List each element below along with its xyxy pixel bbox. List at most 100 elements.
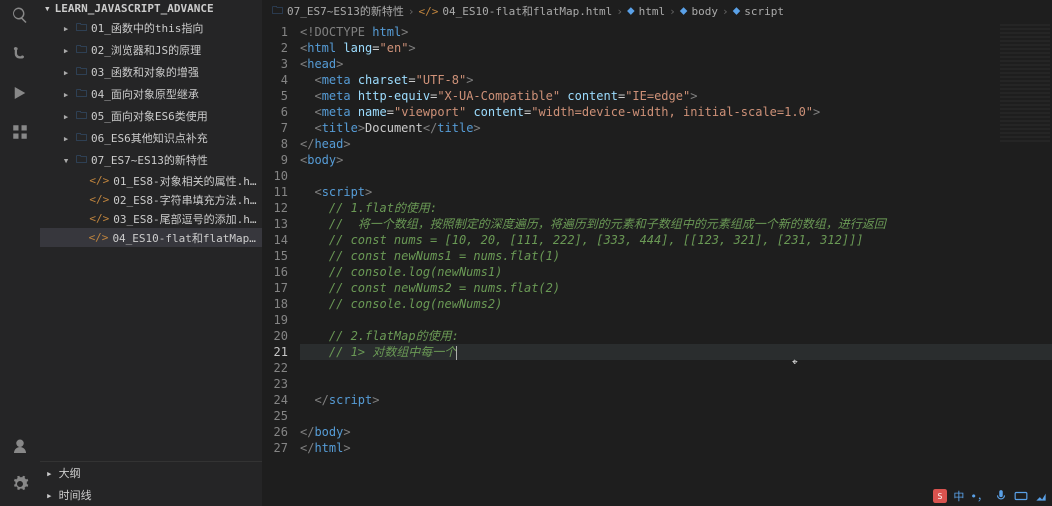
breadcrumb[interactable]: 🗀07_ES7~ES13的新特性›</>04_ES10-flat和flatMap… [262, 0, 1052, 22]
folder-icon: 🗀 [76, 107, 87, 126]
code-line[interactable]: </script> [300, 392, 1052, 408]
file-item[interactable]: </>04_ES10-flat和flatMap.html [40, 228, 262, 247]
breadcrumb-item[interactable]: ⬥script [733, 4, 784, 18]
folder-item[interactable]: ▸🗀04_面向对象原型继承 [40, 83, 262, 105]
ime-tool-icon[interactable] [1034, 489, 1048, 503]
chevron-right-icon: ▸ [46, 467, 53, 480]
chevron-down-icon: ▾ [44, 2, 51, 15]
run-debug-icon[interactable] [11, 84, 29, 105]
chevron-right-icon: ▸ [60, 88, 72, 101]
code-line[interactable]: </head> [300, 136, 1052, 152]
code-line[interactable]: <html lang="en"> [300, 40, 1052, 56]
code-line[interactable]: <meta name="viewport" content="width=dev… [300, 104, 1052, 120]
account-icon[interactable] [11, 438, 29, 459]
code-line[interactable]: // const newNums1 = nums.flat(1) [300, 248, 1052, 264]
breadcrumb-separator-icon: › [408, 5, 415, 18]
breadcrumb-label: 07_ES7~ES13的新特性 [287, 3, 404, 19]
file-item[interactable]: </> 02_ES8-字符串填充方法.html [40, 190, 262, 209]
search-icon[interactable] [11, 6, 29, 27]
breadcrumb-item[interactable]: 🗀07_ES7~ES13的新特性 [272, 2, 404, 21]
code-line[interactable] [300, 168, 1052, 184]
tag-icon: ⬥ [733, 4, 741, 18]
line-number: 21 [262, 344, 288, 360]
code-line[interactable]: // 1> 对数组中每一个 [300, 344, 1052, 360]
chevron-down-icon: ▾ [60, 154, 72, 167]
breadcrumb-item[interactable]: ⬥body [680, 4, 718, 18]
code-line[interactable]: // 2.flatMap的使用: [300, 328, 1052, 344]
file-item[interactable]: </>03_ES8-尾部逗号的添加.html [40, 209, 262, 228]
item-label: 02_ES8-字符串填充方法.html [113, 192, 262, 208]
html-file-icon: </> [89, 174, 109, 187]
breadcrumb-separator-icon: › [722, 5, 729, 18]
code-line[interactable]: <!DOCTYPE html> [300, 24, 1052, 40]
minimap[interactable] [1000, 24, 1050, 144]
line-number: 7 [262, 120, 288, 136]
item-label: 07_ES7~ES13的新特性 [91, 152, 208, 168]
item-label: 02_浏览器和JS的原理 [91, 42, 201, 58]
code-line[interactable]: // console.log(newNums2) [300, 296, 1052, 312]
code-line[interactable]: // console.log(newNums1) [300, 264, 1052, 280]
folder-icon: 🗀 [76, 63, 87, 82]
code-content[interactable]: <!DOCTYPE html><html lang="en"><head> <m… [300, 22, 1052, 506]
code-line[interactable]: <meta http-equiv="X-UA-Compatible" conte… [300, 88, 1052, 104]
line-number: 4 [262, 72, 288, 88]
chevron-right-icon: ▸ [60, 66, 72, 79]
line-gutter: 1234567891011121314151617181920212223242… [262, 22, 300, 506]
line-number: 17 [262, 280, 288, 296]
file-item[interactable]: </>01_ES8-对象相关的属性.html [40, 171, 262, 190]
line-number: 3 [262, 56, 288, 72]
code-line[interactable]: // 将一个数组，按照制定的深度遍历，将遍历到的元素和子数组中的元素组成一个新的… [300, 216, 1052, 232]
extensions-icon[interactable] [11, 123, 29, 144]
chevron-right-icon: ▸ [60, 110, 72, 123]
line-number: 26 [262, 424, 288, 440]
line-number: 5 [262, 88, 288, 104]
breadcrumb-label: html [639, 5, 666, 18]
code-line[interactable]: </html> [300, 440, 1052, 456]
sidebar-panel-header[interactable]: ▸ 大纲 [40, 462, 262, 484]
line-number: 1 [262, 24, 288, 40]
code-line[interactable]: // 1.flat的使用: [300, 200, 1052, 216]
folder-item[interactable]: ▸🗀03_函数和对象的增强 [40, 61, 262, 83]
code-line[interactable] [300, 376, 1052, 392]
sidebar-panel-header[interactable]: ▸时间线 [40, 484, 262, 506]
ime-lang-indicator[interactable]: 中 [953, 488, 964, 504]
code-line[interactable] [300, 408, 1052, 424]
line-number: 14 [262, 232, 288, 248]
folder-item[interactable]: ▸🗀01_函数中的this指向 [40, 17, 262, 39]
explorer-sidebar: ▾ LEARN_JAVASCRIPT_ADVANCE ▸🗀01_函数中的this… [40, 0, 262, 506]
line-number: 19 [262, 312, 288, 328]
code-line[interactable]: // const newNums2 = nums.flat(2) [300, 280, 1052, 296]
line-number: 24 [262, 392, 288, 408]
code-line[interactable]: // const nums = [10, 20, [111, 222], [33… [300, 232, 1052, 248]
code-line[interactable]: <head> [300, 56, 1052, 72]
code-line[interactable] [300, 360, 1052, 376]
panel-label: 大纲 [59, 465, 81, 481]
folder-item[interactable]: ▸🗀05_面向对象ES6类使用 [40, 105, 262, 127]
item-label: 04_ES10-flat和flatMap.html [112, 230, 262, 246]
html-file-icon: </> [89, 193, 109, 206]
html-file-icon: </> [89, 231, 109, 244]
code-editor[interactable]: 1234567891011121314151617181920212223242… [262, 22, 1052, 506]
code-line[interactable]: <meta charset="UTF-8"> [300, 72, 1052, 88]
html-file-icon: </> [418, 5, 438, 18]
code-line[interactable]: <title>Document</title> [300, 120, 1052, 136]
project-header[interactable]: ▾ LEARN_JAVASCRIPT_ADVANCE [40, 0, 262, 17]
settings-gear-icon[interactable] [11, 475, 29, 496]
source-control-icon[interactable] [11, 45, 29, 66]
code-line[interactable]: </body> [300, 424, 1052, 440]
folder-item[interactable]: ▸🗀02_浏览器和JS的原理 [40, 39, 262, 61]
item-label: 03_ES8-尾部逗号的添加.html [113, 211, 262, 227]
folder-item[interactable]: ▸🗀06_ES6其他知识点补充 [40, 127, 262, 149]
code-line[interactable] [300, 312, 1052, 328]
ime-mic-icon[interactable] [994, 489, 1008, 503]
breadcrumb-item[interactable]: ⬥html [627, 4, 665, 18]
ime-keyboard-icon[interactable] [1014, 489, 1028, 503]
breadcrumb-item[interactable]: </>04_ES10-flat和flatMap.html [418, 3, 612, 19]
line-number: 23 [262, 376, 288, 392]
line-number: 18 [262, 296, 288, 312]
folder-item[interactable]: ▾🗀07_ES7~ES13的新特性 [40, 149, 262, 171]
sogou-ime-icon[interactable]: S [933, 489, 947, 503]
ime-punct-indicator[interactable]: •， [970, 488, 988, 504]
code-line[interactable]: <body> [300, 152, 1052, 168]
code-line[interactable]: <script> [300, 184, 1052, 200]
